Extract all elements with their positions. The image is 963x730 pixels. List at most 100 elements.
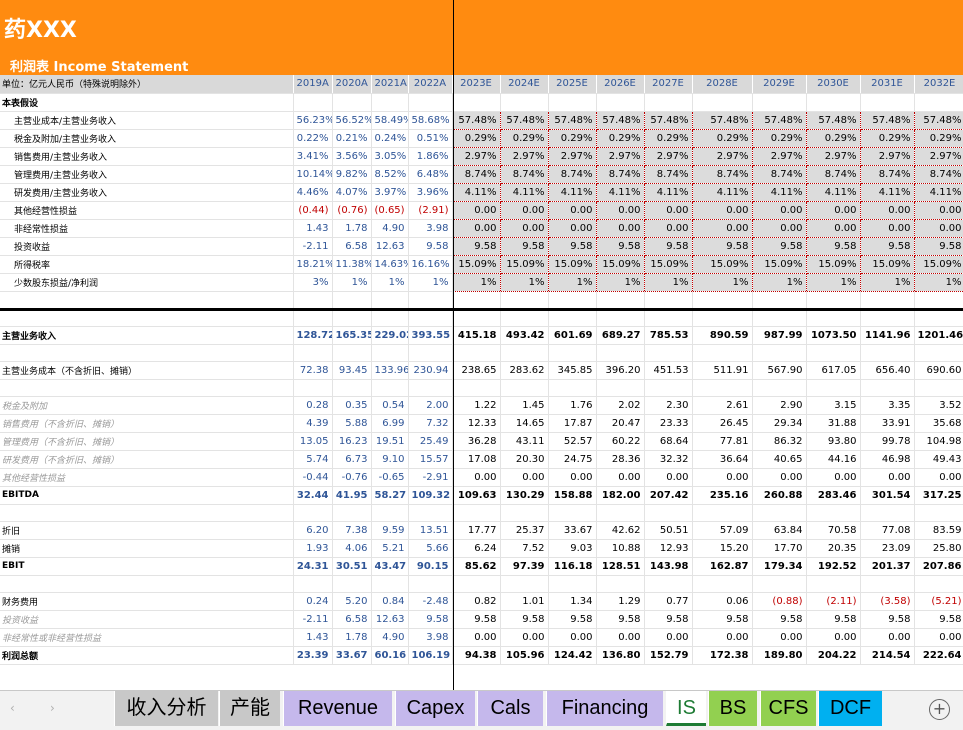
- data-cell[interactable]: 1.01: [500, 592, 549, 611]
- data-cell[interactable]: 987.99: [752, 326, 807, 345]
- data-cell[interactable]: 4.90: [371, 628, 409, 647]
- data-cell[interactable]: [293, 575, 333, 593]
- data-cell[interactable]: 235.16: [692, 486, 753, 505]
- data-cell[interactable]: [293, 309, 333, 327]
- data-cell[interactable]: 57.48%: [805, 110, 861, 130]
- row-label[interactable]: 其他经营性损益: [0, 201, 294, 220]
- data-cell[interactable]: 10.14%: [293, 165, 333, 184]
- data-cell[interactable]: 230.94: [408, 361, 453, 380]
- data-cell[interactable]: [644, 344, 693, 362]
- data-cell[interactable]: 17.08: [452, 450, 501, 469]
- data-cell[interactable]: 0.00: [752, 628, 807, 647]
- data-cell[interactable]: [596, 291, 645, 311]
- data-cell[interactable]: 192.52: [806, 557, 861, 576]
- data-cell[interactable]: (0.65): [371, 201, 409, 220]
- data-cell[interactable]: 1%: [751, 272, 807, 292]
- data-cell[interactable]: 1%: [451, 272, 501, 292]
- data-cell[interactable]: 1%: [913, 272, 963, 292]
- row-label[interactable]: 所得税率: [0, 255, 294, 274]
- data-cell[interactable]: 0.00: [644, 468, 693, 487]
- data-cell[interactable]: 93.45: [332, 361, 372, 380]
- data-cell[interactable]: 9.58: [499, 236, 549, 256]
- data-cell[interactable]: [408, 504, 453, 522]
- data-cell[interactable]: 3.05%: [371, 147, 409, 166]
- data-cell[interactable]: [452, 93, 501, 112]
- data-cell[interactable]: 15.09%: [451, 254, 501, 274]
- year-header-cell[interactable]: 2026E: [596, 75, 645, 94]
- data-cell[interactable]: 46.98: [860, 450, 915, 469]
- data-cell[interactable]: 890.59: [692, 326, 753, 345]
- data-cell[interactable]: 4.11%: [751, 182, 807, 202]
- data-cell[interactable]: 0.29%: [547, 128, 597, 148]
- data-cell[interactable]: 9.58: [643, 236, 693, 256]
- scroll-left-icon[interactable]: ‹: [10, 701, 15, 715]
- row-label[interactable]: 非经常性损益: [0, 219, 294, 238]
- data-cell[interactable]: 42.62: [596, 521, 645, 540]
- data-cell[interactable]: 5.21: [371, 539, 409, 558]
- data-cell[interactable]: [548, 291, 597, 311]
- row-label[interactable]: 投资收益: [0, 610, 294, 629]
- data-cell[interactable]: 0.00: [914, 628, 963, 647]
- data-cell[interactable]: [914, 291, 963, 311]
- data-cell[interactable]: [408, 309, 453, 327]
- data-cell[interactable]: 0.29%: [751, 128, 807, 148]
- data-cell[interactable]: 12.33: [452, 414, 501, 433]
- row-label[interactable]: 管理费用/主营业务收入: [0, 165, 294, 184]
- data-cell[interactable]: [692, 575, 753, 593]
- data-cell[interactable]: 4.11%: [499, 182, 549, 202]
- data-cell[interactable]: 0.00: [860, 628, 915, 647]
- data-cell[interactable]: 0.29%: [913, 128, 963, 148]
- sheet-tab-dcf[interactable]: DCF: [818, 691, 882, 726]
- data-cell[interactable]: [806, 93, 861, 112]
- data-cell[interactable]: 4.11%: [547, 182, 597, 202]
- data-cell[interactable]: 0.21%: [332, 129, 372, 148]
- data-cell[interactable]: 32.32: [644, 450, 693, 469]
- year-header-cell[interactable]: 2027E: [644, 75, 693, 94]
- data-cell[interactable]: [860, 291, 915, 311]
- row-label[interactable]: [0, 379, 294, 397]
- data-cell[interactable]: 15.09%: [913, 254, 963, 274]
- data-cell[interactable]: 0.00: [752, 468, 807, 487]
- sheet-tab-产能[interactable]: 产能: [219, 691, 280, 726]
- data-cell[interactable]: [408, 93, 453, 112]
- data-cell[interactable]: 617.05: [806, 361, 861, 380]
- data-cell[interactable]: (0.88): [752, 592, 807, 611]
- data-cell[interactable]: 2.97%: [499, 146, 549, 166]
- data-cell[interactable]: 5.88: [332, 414, 372, 433]
- row-label[interactable]: 主营业成本/主营业务收入: [0, 111, 294, 130]
- data-cell[interactable]: 415.18: [452, 326, 501, 345]
- data-cell[interactable]: 8.74%: [691, 164, 753, 184]
- data-cell[interactable]: 4.07%: [332, 183, 372, 202]
- row-label[interactable]: 主营业务成本（不含折旧、摊销）: [0, 361, 294, 380]
- data-cell[interactable]: [596, 93, 645, 112]
- data-cell[interactable]: [500, 379, 549, 397]
- data-cell[interactable]: 15.09%: [691, 254, 753, 274]
- row-label[interactable]: 本表假设: [0, 93, 294, 112]
- data-cell[interactable]: (2.91): [408, 201, 453, 220]
- data-cell[interactable]: 2.02: [596, 396, 645, 415]
- year-header-cell[interactable]: 2021A: [371, 75, 409, 94]
- data-cell[interactable]: 6.48%: [408, 165, 453, 184]
- data-cell[interactable]: 15.09%: [643, 254, 693, 274]
- sheet-tab-cfs[interactable]: CFS: [760, 691, 816, 726]
- data-cell[interactable]: 0.00: [859, 218, 915, 238]
- data-cell[interactable]: 238.65: [452, 361, 501, 380]
- data-cell[interactable]: 9.58: [805, 236, 861, 256]
- data-cell[interactable]: 0.00: [805, 200, 861, 220]
- data-cell[interactable]: 10.88: [596, 539, 645, 558]
- data-cell[interactable]: 15.09%: [547, 254, 597, 274]
- data-cell[interactable]: 105.96: [500, 646, 549, 665]
- data-cell[interactable]: [692, 504, 753, 522]
- data-cell[interactable]: (0.44): [293, 201, 333, 220]
- row-label[interactable]: 销售费用/主营业务收入: [0, 147, 294, 166]
- data-cell[interactable]: 260.88: [752, 486, 807, 505]
- data-cell[interactable]: [371, 504, 409, 522]
- data-cell[interactable]: 3%: [293, 273, 333, 292]
- data-cell[interactable]: [644, 309, 693, 327]
- data-cell[interactable]: [752, 504, 807, 522]
- data-cell[interactable]: 56.23%: [293, 111, 333, 130]
- data-cell[interactable]: 1.93: [293, 539, 333, 558]
- data-cell[interactable]: 5.74: [293, 450, 333, 469]
- row-label[interactable]: 管理费用（不含折旧、摊销）: [0, 432, 294, 451]
- year-header-cell[interactable]: 2024E: [500, 75, 549, 94]
